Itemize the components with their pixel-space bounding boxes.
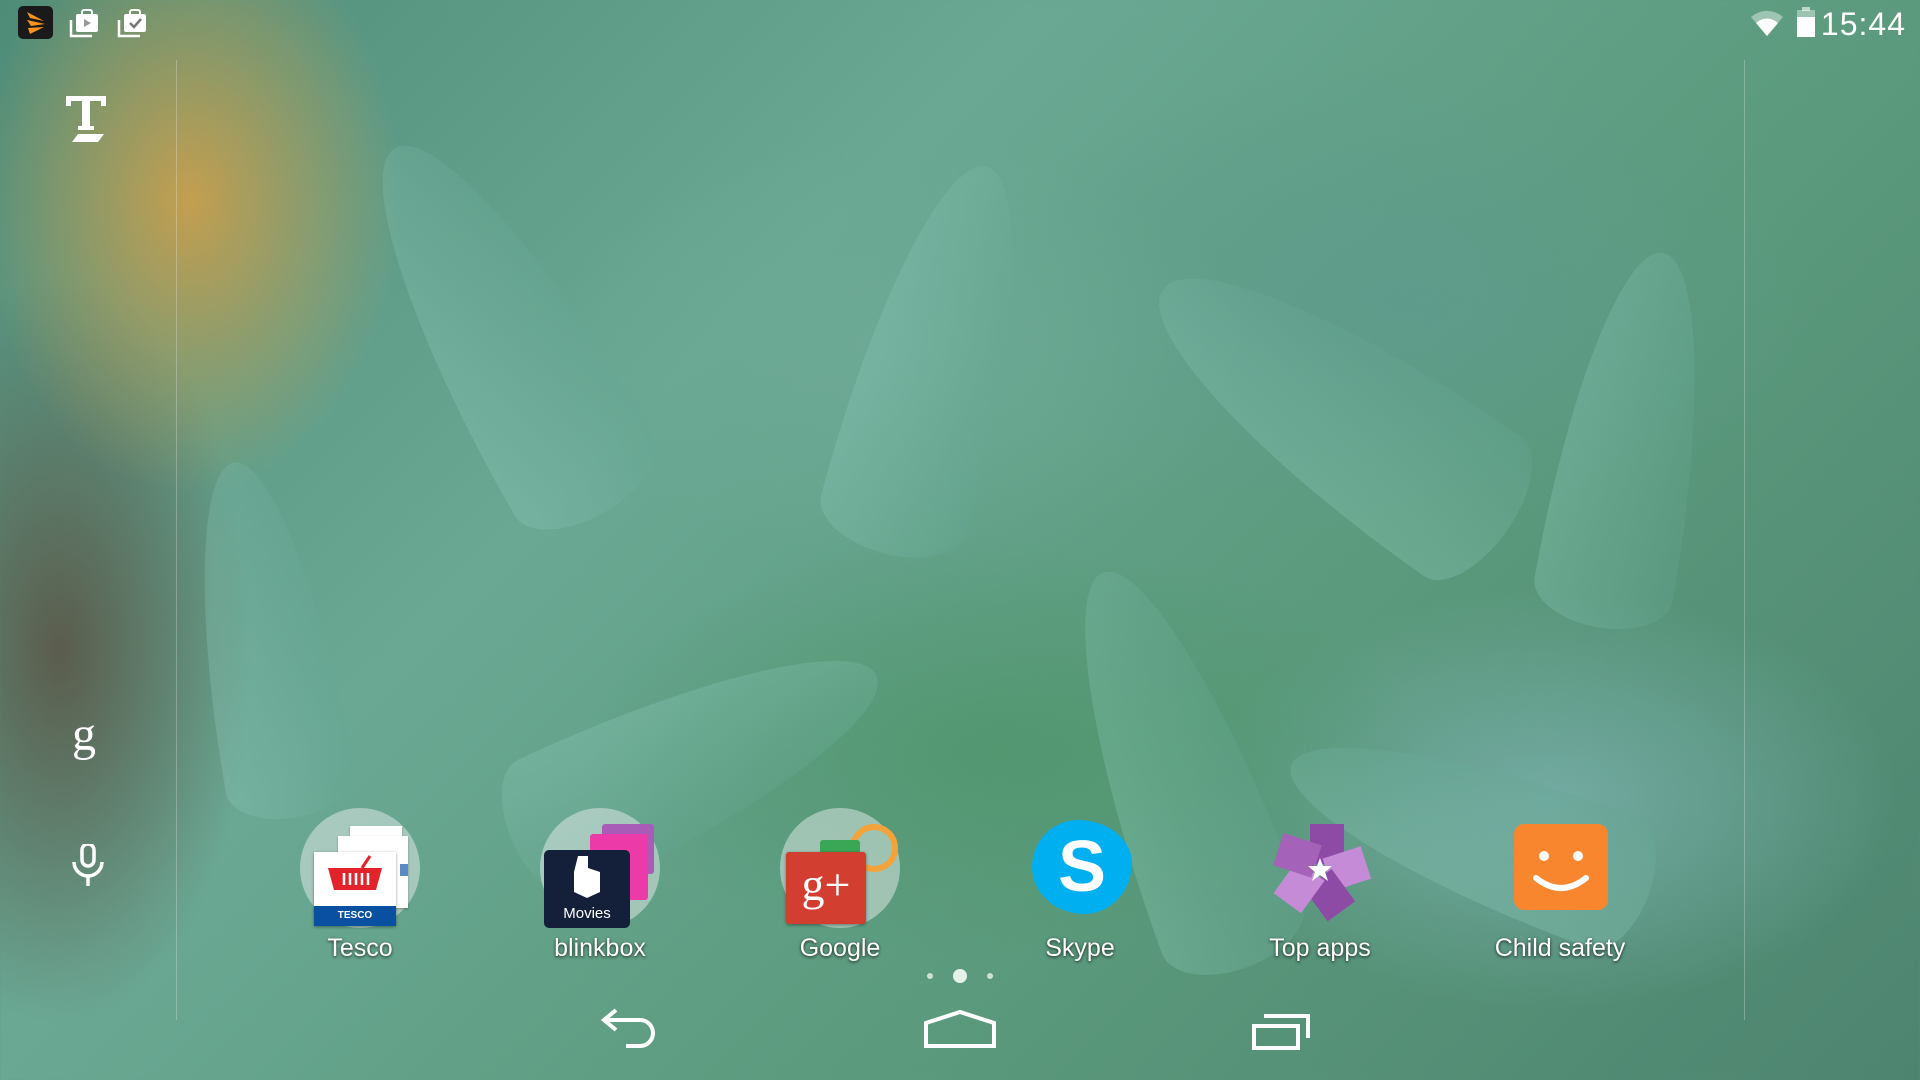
microphone-icon[interactable] — [72, 842, 104, 891]
google-plus-icon: g+ — [780, 808, 900, 928]
page-edge-right — [1744, 60, 1745, 1020]
app-label: Top apps — [1269, 934, 1371, 962]
home-icon — [924, 1009, 996, 1048]
skype-glyph: S — [1057, 827, 1107, 907]
wallpaper-leaf — [1114, 219, 1556, 601]
app-label: Google — [799, 934, 881, 962]
google-search-icon[interactable]: g — [70, 708, 106, 771]
app-top-apps[interactable]: Top apps — [1220, 808, 1420, 963]
app-folder-tesco[interactable]: TESCO Tesco — [260, 808, 460, 963]
back-button[interactable] — [576, 996, 696, 1066]
back-icon — [600, 1008, 655, 1048]
app-folder-blinkbox[interactable]: Movies blinkbox — [500, 808, 700, 963]
app-label: Tesco — [327, 934, 393, 962]
app-label: Skype — [1045, 934, 1115, 962]
page-indicator — [920, 966, 1000, 986]
app-label: Child safety — [1494, 934, 1626, 962]
left-panel: g — [0, 0, 176, 1080]
right-dock — [1746, 0, 1920, 1080]
child-safety-icon — [1500, 808, 1620, 928]
home-button[interactable] — [900, 996, 1020, 1066]
app-skype[interactable]: S Skype — [980, 808, 1180, 963]
tesco-icon: TESCO — [300, 808, 420, 928]
tesco-tile-text: TESCO — [314, 906, 396, 926]
recents-button[interactable] — [1226, 996, 1346, 1066]
status-bar[interactable]: 15:44 — [0, 0, 1920, 48]
wallpaper-leaf — [169, 451, 361, 829]
gplus-tile-text: g+ — [801, 859, 851, 910]
text-widget-icon[interactable] — [62, 92, 112, 149]
wallpaper-leaf — [325, 108, 675, 552]
page-dot-current — [953, 969, 967, 983]
svg-text:g: g — [72, 716, 96, 761]
blinkbox-tile-text: Movies — [563, 905, 611, 922]
recents-icon — [1252, 1014, 1310, 1050]
page-dot — [927, 973, 933, 979]
app-child-safety[interactable]: Child safety — [1460, 808, 1660, 963]
app-label: blinkbox — [554, 934, 646, 962]
skype-icon: S — [1020, 808, 1140, 928]
page-dot — [987, 973, 993, 979]
app-folder-google[interactable]: g+ Google — [740, 808, 940, 963]
wallpaper-leaf — [1528, 240, 1732, 640]
blinkbox-movies-icon: Movies — [540, 808, 660, 928]
top-apps-icon — [1260, 808, 1380, 928]
navigation-bar — [0, 984, 1920, 1080]
page-edge-left — [176, 60, 177, 1020]
wallpaper-leaf — [810, 147, 1060, 573]
